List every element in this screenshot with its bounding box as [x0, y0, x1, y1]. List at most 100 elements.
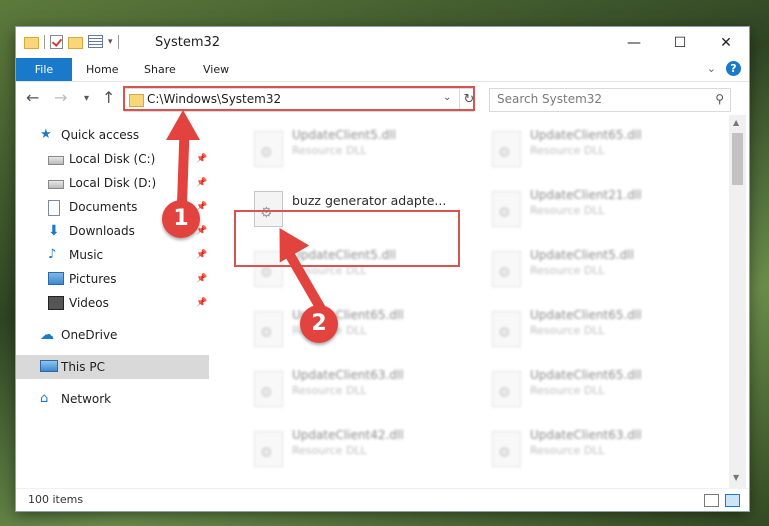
sidebar-item-label: Downloads [69, 224, 135, 238]
scroll-thumb[interactable] [732, 133, 743, 185]
ribbon: File Home Share View ⌄ ? [16, 58, 749, 82]
new-folder-icon[interactable] [68, 37, 83, 49]
tab-file[interactable]: File [16, 58, 72, 81]
network-icon: ⌂ [40, 391, 49, 406]
file-type: Resource DLL [530, 384, 605, 397]
explorer-window: ▾ System32 — ☐ ✕ File Home Share View ⌄ … [16, 27, 749, 511]
search-input[interactable]: Search System32 ⚲ [489, 88, 731, 112]
pin-icon[interactable]: 📌 [196, 291, 207, 315]
file-type: Resource DLL [530, 264, 605, 277]
sidebar-item-label: This PC [61, 360, 105, 374]
scroll-down-icon[interactable]: ▼ [733, 473, 739, 482]
file-name: UpdateClient5.dll [292, 128, 396, 142]
download-icon: ⬇ [48, 223, 60, 239]
toolbar-separator [44, 34, 45, 49]
up-arrow-icon[interactable]: ↑ [102, 88, 115, 107]
navigation-bar: ← → ▾ ↑ C:\Windows\System32 ⌄ ↻ Search S… [16, 82, 749, 115]
search-icon[interactable]: ⚲ [715, 92, 724, 106]
file-item[interactable]: UpdateClient5.dll Resource DLL [482, 247, 717, 303]
dll-file-icon [492, 311, 521, 347]
file-name: UpdateClient63.dll [530, 428, 642, 442]
folder-icon[interactable] [24, 37, 39, 49]
file-type: Resource DLL [530, 144, 605, 157]
file-list: UpdateClient5.dll Resource DLL buzz genera… [226, 119, 726, 487]
dll-file-icon [492, 131, 521, 167]
view-toggle [704, 494, 740, 507]
pin-icon[interactable]: 📌 [196, 171, 207, 195]
chevron-down-icon[interactable]: ▾ [108, 37, 113, 47]
sidebar-item-onedrive[interactable]: ☁ OneDrive [16, 323, 209, 347]
file-type: Resource DLL [292, 384, 367, 397]
dll-file-icon [492, 191, 521, 227]
back-arrow-icon[interactable]: ← [26, 88, 39, 107]
quick-access-toolbar: ▾ [24, 34, 119, 49]
sidebar-item-label: OneDrive [61, 328, 118, 342]
step-badge-2: 2 [300, 305, 338, 343]
minimize-button[interactable]: — [611, 27, 657, 58]
videos-icon [48, 296, 64, 310]
drive-icon [48, 156, 64, 165]
file-name: UpdateClient21.dll [530, 188, 642, 202]
details-view-icon[interactable] [704, 494, 719, 507]
file-name: UpdateClient65.dll [530, 308, 642, 322]
sidebar-item-this-pc[interactable]: This PC [16, 355, 209, 379]
file-item[interactable]: UpdateClient21.dll Resource DLL [482, 187, 717, 243]
sidebar-item-music[interactable]: ♪ Music 📌 [16, 243, 209, 267]
file-item[interactable]: UpdateClient5.dll Resource DLL [244, 127, 479, 183]
help-icon[interactable]: ? [726, 61, 741, 76]
file-item[interactable]: UpdateClient42.dll Resource DLL [244, 427, 479, 483]
pin-icon[interactable]: 📌 [196, 147, 207, 171]
sidebar-item-pictures[interactable]: Pictures 📌 [16, 267, 209, 291]
large-icons-view-icon[interactable] [725, 494, 740, 507]
file-name: UpdateClient63.dll [292, 368, 404, 382]
address-highlight-box [123, 86, 475, 111]
file-item[interactable]: UpdateClient63.dll Resource DLL [244, 367, 479, 423]
file-type: Resource DLL [530, 444, 605, 457]
file-item[interactable]: UpdateClient65.dll Resource DLL [482, 127, 717, 183]
sidebar-item-label: Quick access [61, 128, 140, 142]
customize-toolbar-icon[interactable] [88, 35, 103, 48]
step-badge-1: 1 [162, 200, 200, 238]
sidebar-item-network[interactable]: ⌂ Network [16, 387, 209, 411]
annotation-arrowhead-1 [166, 110, 200, 140]
title-bar: ▾ System32 — ☐ ✕ [16, 27, 749, 58]
sidebar-item-label: Local Disk (C:) [69, 152, 156, 166]
file-item[interactable]: UpdateClient65.dllResource DLL [244, 307, 479, 363]
recent-locations-chevron-icon[interactable]: ▾ [84, 93, 89, 104]
sidebar-item-videos[interactable]: Videos 📌 [16, 291, 209, 315]
file-item[interactable]: UpdateClient65.dll Resource DLL [482, 307, 717, 363]
pin-icon[interactable]: 📌 [196, 267, 207, 291]
file-name: UpdateClient65.dll [530, 368, 642, 382]
ribbon-controls: ⌄ ? [707, 61, 741, 76]
tab-home[interactable]: Home [86, 58, 118, 81]
forward-arrow-icon[interactable]: → [54, 88, 67, 107]
sidebar-item-label: Documents [69, 200, 138, 214]
file-name: UpdateClient5.dll [530, 248, 634, 262]
tab-view[interactable]: View [203, 58, 229, 81]
item-count: 100 items [28, 493, 84, 506]
music-icon: ♪ [48, 247, 57, 262]
sidebar-item-label: Videos [69, 296, 109, 310]
documents-icon [48, 200, 60, 216]
file-type: Resource DLL [292, 444, 367, 457]
file-name: UpdateClient65.dll [530, 128, 642, 142]
computer-icon [40, 360, 58, 372]
pin-icon[interactable]: 📌 [196, 243, 207, 267]
expand-ribbon-chevron-icon[interactable]: ⌄ [707, 62, 716, 75]
tab-share[interactable]: Share [144, 58, 176, 81]
properties-check-icon[interactable] [50, 34, 63, 49]
dll-file-icon [492, 371, 521, 407]
star-icon: ★ [40, 127, 52, 142]
file-item[interactable]: UpdateClient65.dll Resource DLL [482, 367, 717, 423]
sidebar-item-label: Pictures [69, 272, 117, 286]
file-name: UpdateClient42.dll [292, 428, 404, 442]
vertical-scrollbar[interactable]: ▲ ▼ [729, 115, 746, 488]
dll-file-icon [254, 131, 283, 167]
scroll-up-icon[interactable]: ▲ [733, 118, 739, 127]
maximize-button[interactable]: ☐ [657, 27, 703, 58]
close-button[interactable]: ✕ [703, 27, 749, 58]
file-type: Resource DLL [530, 324, 605, 337]
file-item[interactable]: UpdateClient63.dll Resource DLL [482, 427, 717, 483]
window-title: System32 [155, 35, 221, 50]
dll-file-icon [492, 251, 521, 287]
